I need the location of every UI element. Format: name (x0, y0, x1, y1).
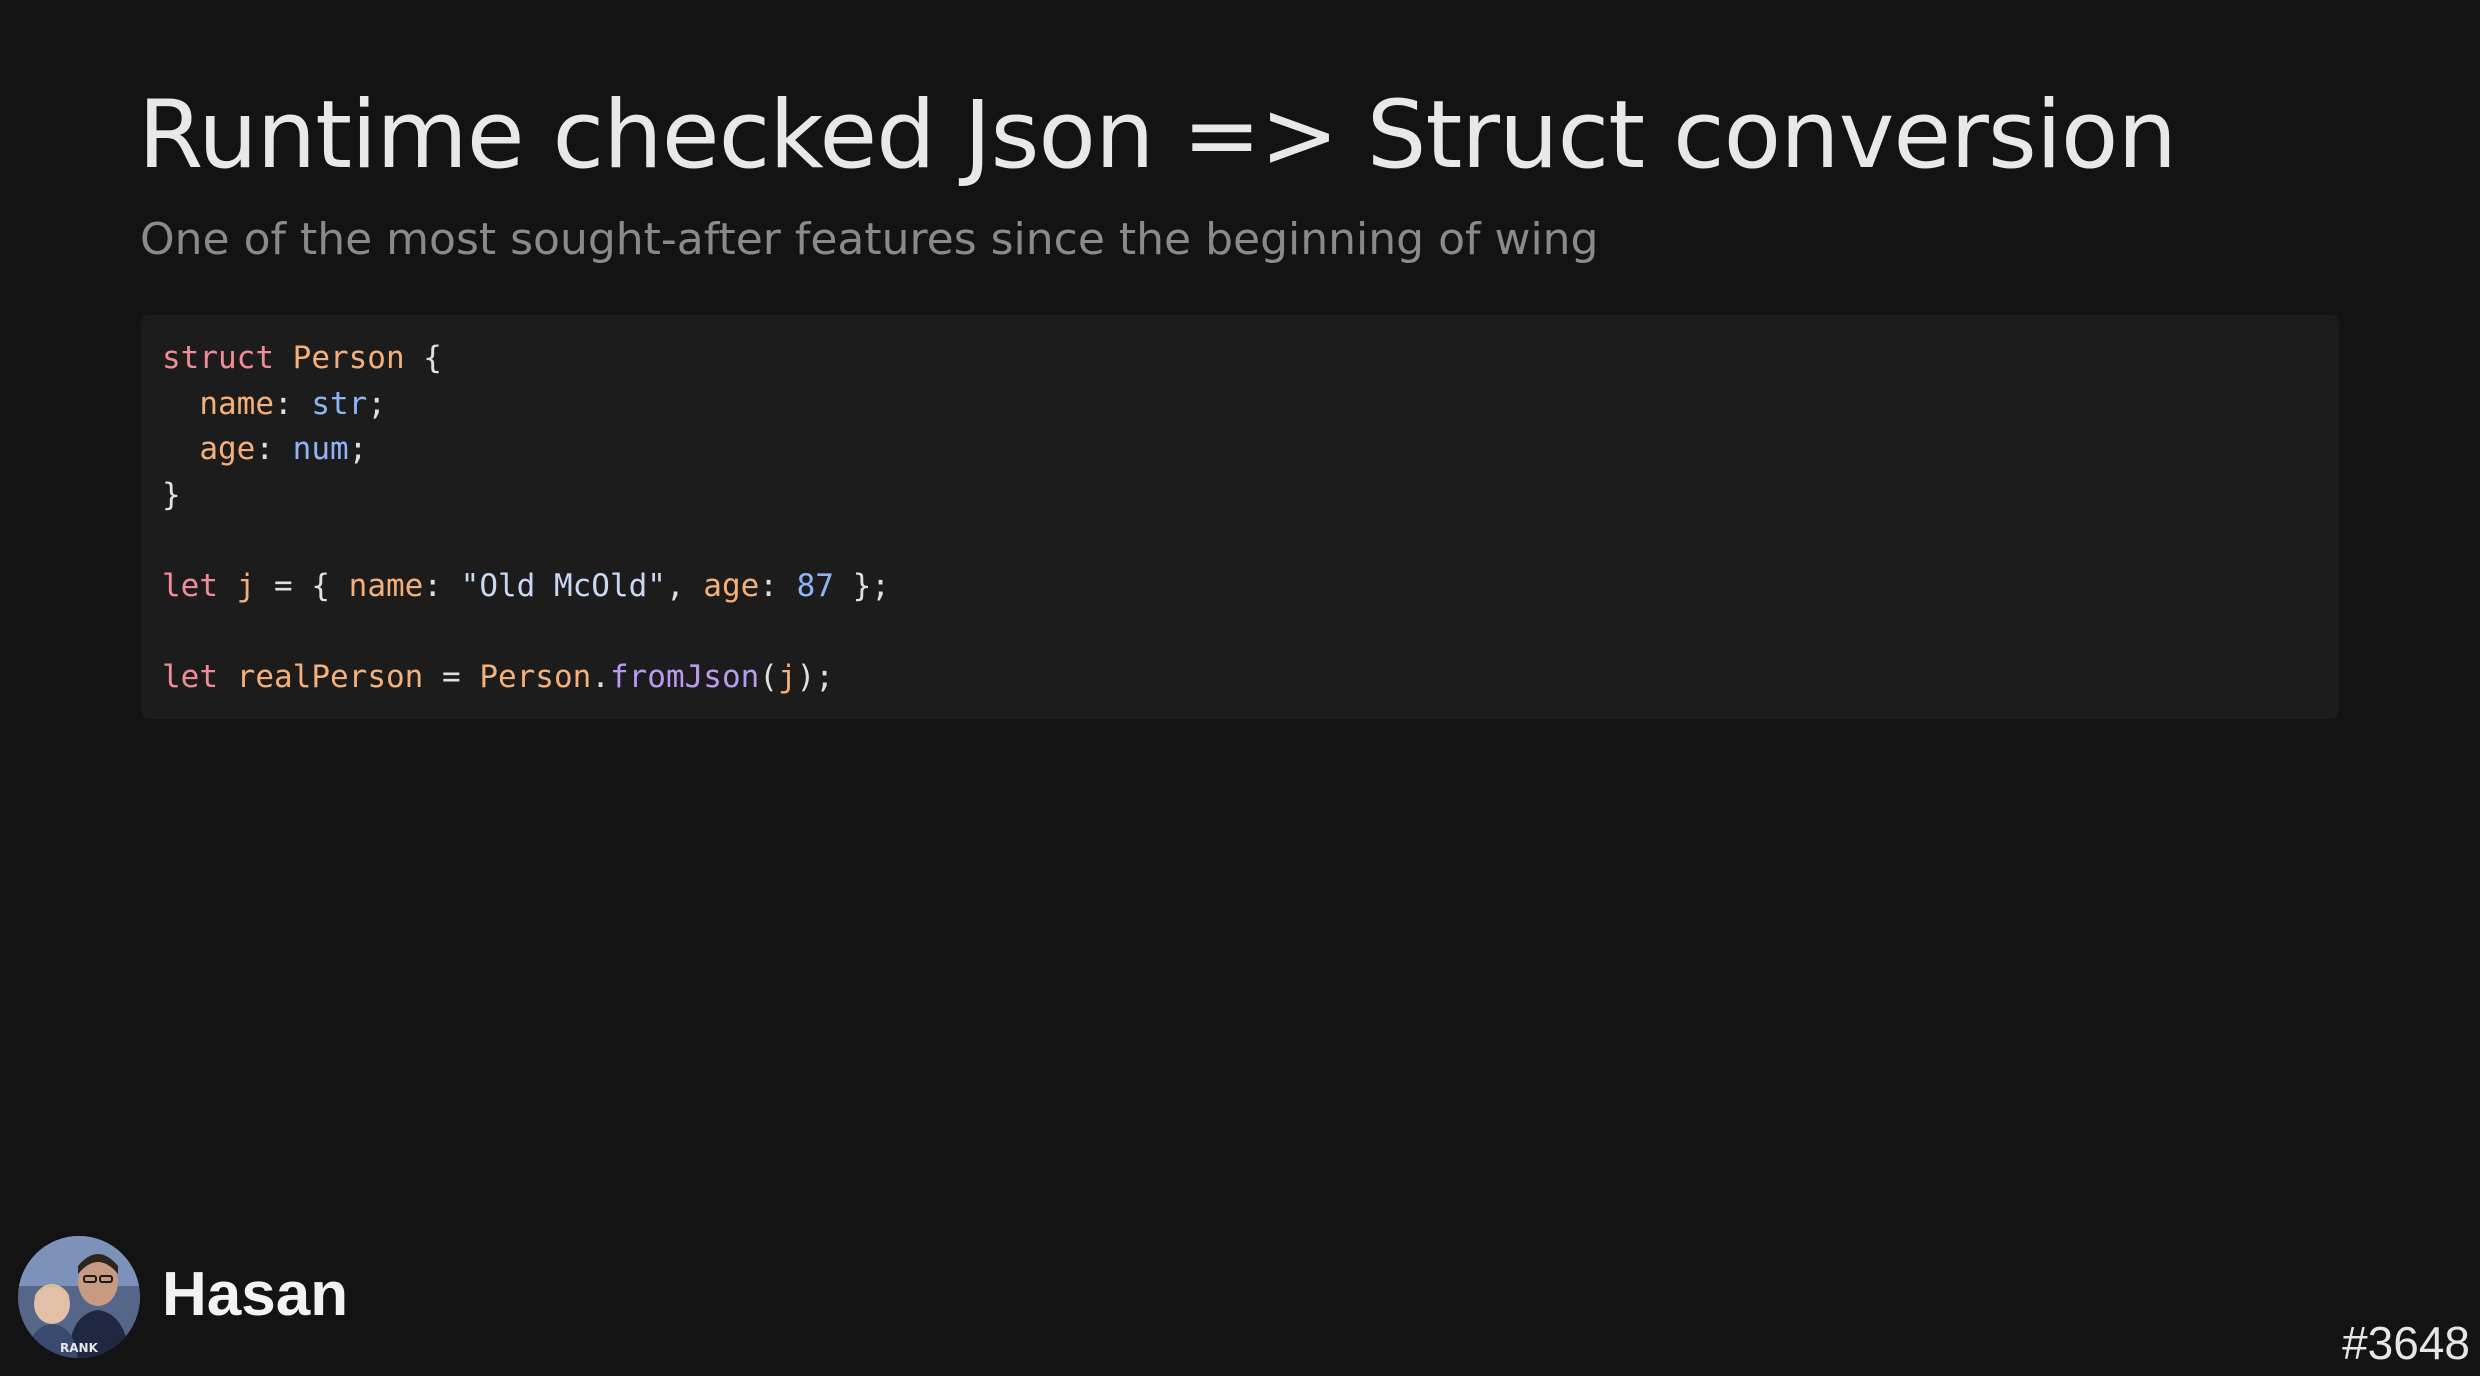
code-token-punct: = { (255, 567, 349, 604)
code-token-type: Person (292, 340, 405, 376)
code-token-builtin: num (292, 431, 349, 468)
code-line: struct Person { (162, 336, 2318, 382)
code-token-punct: . (591, 659, 610, 696)
code-token-punct (162, 386, 199, 422)
code-token-punct: , (665, 567, 704, 604)
code-token-punct: }; (833, 567, 890, 604)
code-token-var: realPerson (236, 659, 424, 696)
code-line: } (162, 473, 2318, 519)
code-token-method: fromJson (609, 659, 760, 696)
presenter-avatar: RANK (18, 1236, 140, 1358)
slide-id: #3648 (2342, 1317, 2470, 1369)
code-token-punct (218, 659, 237, 695)
code-token-prop: age (199, 431, 256, 468)
code-token-var: j (777, 659, 797, 696)
slide-subtitle: One of the most sought-after features si… (140, 214, 1599, 265)
code-token-builtin: str (311, 385, 368, 422)
code-token-punct: ; (348, 431, 368, 468)
code-token-keyword: let (162, 659, 218, 696)
code-line: name: str; (162, 382, 2318, 428)
code-token-punct: { (404, 340, 442, 376)
code-token-keyword: let (162, 567, 218, 604)
code-token-var: j (236, 567, 256, 604)
code-token-punct (274, 340, 293, 376)
presenter-photo-icon: RANK (18, 1236, 140, 1358)
code-token-punct: : (273, 385, 312, 422)
code-token-prop: age (703, 567, 760, 604)
code-token-punct (218, 568, 237, 604)
code-token-punct: ); (796, 659, 834, 696)
code-line: let realPerson = Person.fromJson(j); (162, 655, 2318, 701)
code-token-punct: ( (759, 659, 778, 696)
slide-title: Runtime checked Json => Struct conversio… (138, 81, 2177, 190)
code-token-punct: } (162, 476, 181, 513)
code-token-punct: : (759, 567, 797, 604)
code-token-punct (162, 431, 199, 467)
presenter-name: Hasan (162, 1260, 349, 1329)
svg-text:RANK: RANK (60, 1341, 99, 1355)
code-token-string: "Old McOld" (460, 567, 666, 604)
code-block: struct Person { name: str; age: num;} le… (141, 315, 2339, 719)
code-token-type: Person (479, 659, 592, 696)
code-token-punct: = (423, 659, 480, 696)
code-token-keyword: struct (162, 340, 274, 376)
code-line: age: num; (162, 427, 2318, 473)
code-line: let j = { name: "Old McOld", age: 87 }; (162, 564, 2318, 610)
code-token-prop: name (348, 567, 424, 604)
code-token-punct: : (255, 431, 293, 468)
code-token-punct: : (423, 567, 461, 604)
code-token-prop: name (199, 385, 274, 422)
code-token-punct: ; (367, 385, 386, 422)
code-token-number: 87 (796, 567, 834, 604)
